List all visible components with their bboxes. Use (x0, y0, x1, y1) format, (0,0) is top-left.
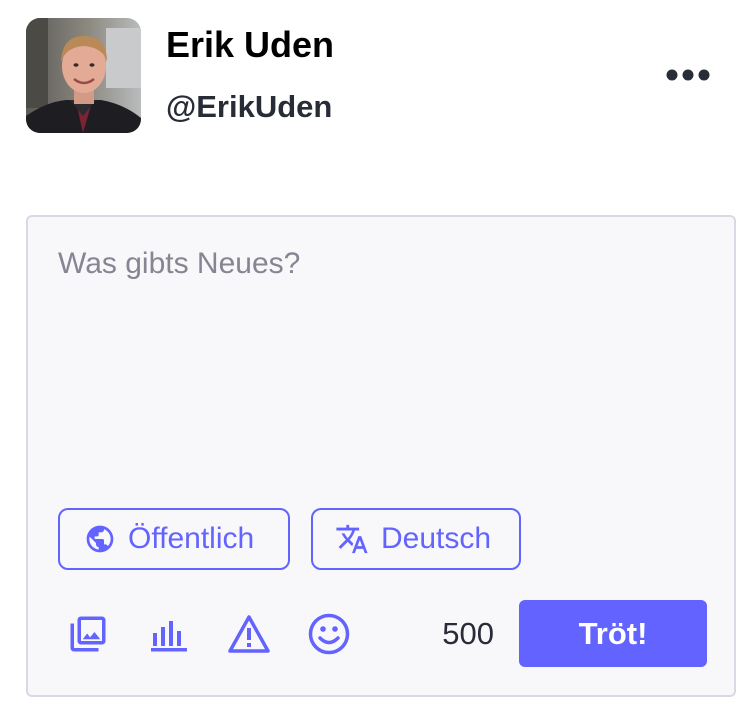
language-label: Deutsch (381, 522, 492, 555)
warning-icon (228, 615, 270, 653)
add-media-button[interactable] (66, 612, 110, 656)
compose-form: Öffentlich Deutsch (26, 215, 736, 697)
content-warning-button[interactable] (227, 612, 271, 656)
emoji-picker-button[interactable] (307, 612, 351, 656)
add-media-icon (70, 616, 106, 652)
poll-icon (151, 621, 187, 652)
compose-panel: Erik Uden @ErikUden Öffentlich Deutsch (0, 0, 749, 715)
emoji-icon (308, 613, 350, 655)
visibility-label: Öffentlich (128, 522, 255, 555)
publish-button[interactable]: Tröt! (519, 600, 707, 667)
more-options-button[interactable] (660, 56, 716, 94)
avatar-photo (26, 18, 141, 133)
add-poll-button[interactable] (147, 612, 191, 656)
more-horizontal-icon (666, 69, 710, 81)
avatar[interactable] (26, 18, 141, 133)
language-button[interactable]: Deutsch (311, 508, 521, 570)
compose-textarea[interactable] (58, 247, 698, 497)
character-counter: 500 (442, 616, 494, 651)
visibility-button[interactable]: Öffentlich (58, 508, 290, 570)
handle[interactable]: @ErikUden (166, 88, 332, 126)
display-name[interactable]: Erik Uden (166, 24, 334, 66)
globe-icon (86, 525, 114, 553)
translate-icon (336, 524, 368, 554)
